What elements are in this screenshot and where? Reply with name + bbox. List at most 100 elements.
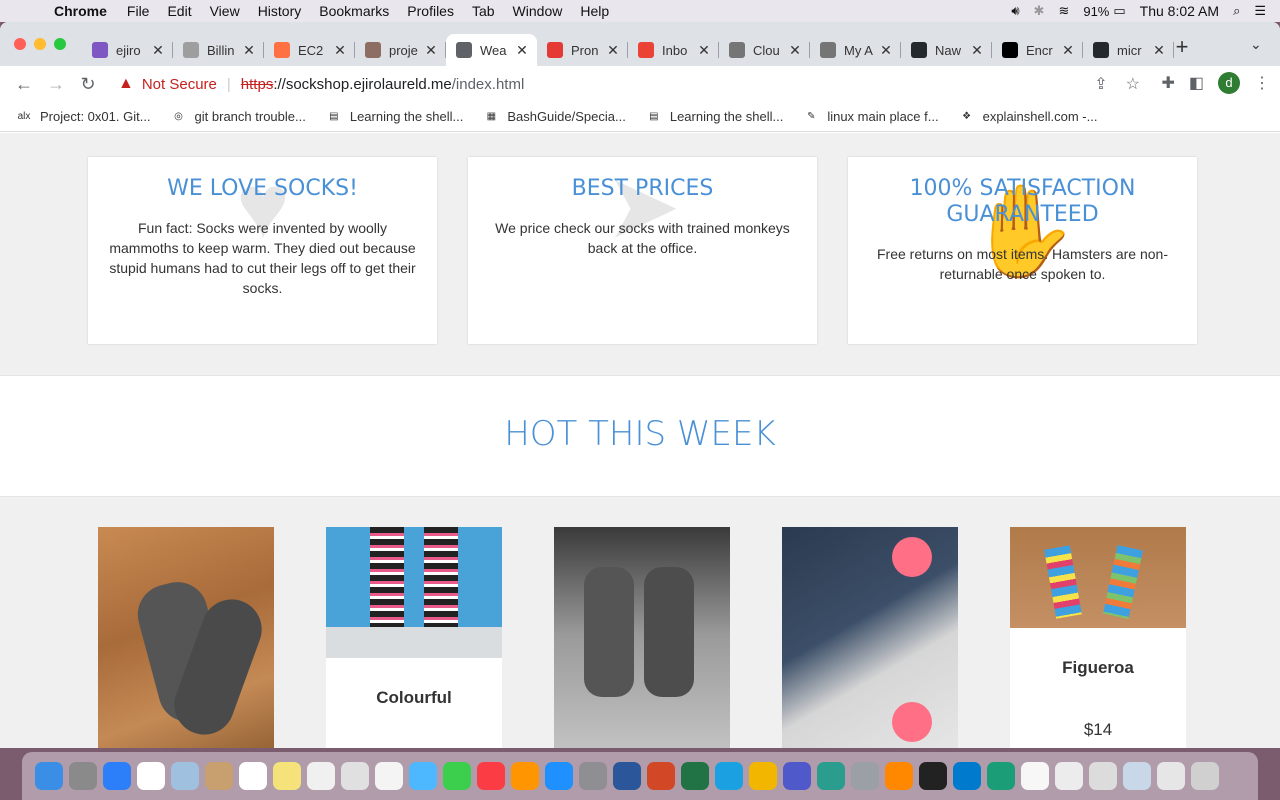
menu-profiles[interactable]: Profiles	[407, 3, 454, 19]
forward-arrow-icon[interactable]: →	[40, 74, 72, 95]
folder-icon[interactable]	[1123, 762, 1151, 790]
warning-triangle-icon[interactable]: ▲	[118, 75, 134, 93]
menu-bookmarks[interactable]: Bookmarks	[319, 3, 389, 19]
menu-history[interactable]: History	[258, 3, 302, 19]
tab-close-icon[interactable]: ✕	[970, 42, 984, 59]
browser-tab[interactable]: Clou ✕	[719, 34, 810, 66]
reminders-icon[interactable]	[375, 762, 403, 790]
bookmark-item[interactable]: ▦ BashGuide/Specia...	[483, 109, 626, 125]
vlc-icon[interactable]	[885, 762, 913, 790]
close-window-button[interactable]	[14, 38, 26, 50]
control-center-icon[interactable]: ☰	[1254, 3, 1266, 19]
browser-tab[interactable]: Naw ✕	[901, 34, 992, 66]
tab-close-icon[interactable]: ✕	[424, 42, 438, 59]
photos-app-icon[interactable]	[341, 762, 369, 790]
volume-icon[interactable]: 🔊︎	[1011, 3, 1019, 19]
tab-close-icon[interactable]: ✕	[1152, 42, 1166, 59]
new-tab-button[interactable]: +	[1170, 34, 1194, 60]
tab-close-icon[interactable]: ✕	[333, 42, 347, 59]
terminal-icon[interactable]	[919, 762, 947, 790]
menu-help[interactable]: Help	[580, 3, 609, 19]
bookmark-item[interactable]: alx Project: 0x01. Git...	[16, 109, 151, 125]
messages-icon[interactable]	[409, 762, 437, 790]
screenshot-icon[interactable]	[1089, 762, 1117, 790]
menu-app-name[interactable]: Chrome	[54, 3, 107, 19]
extensions-puzzle-icon[interactable]: ✚	[1161, 73, 1174, 93]
spotlight-icon[interactable]: ⌕	[1233, 3, 1240, 19]
calendar-icon[interactable]	[239, 762, 267, 790]
battery-icon[interactable]: ▭	[1113, 3, 1125, 19]
wifi-icon[interactable]: ≋	[1058, 3, 1069, 19]
contacts-icon[interactable]	[205, 762, 233, 790]
reload-icon[interactable]: ↻	[72, 74, 104, 95]
tab-close-icon[interactable]: ✕	[515, 42, 529, 59]
chrome-icon[interactable]	[137, 762, 165, 790]
tab-close-icon[interactable]: ✕	[1061, 42, 1075, 59]
product-photo[interactable]	[554, 527, 730, 748]
not-secure-label[interactable]: Not Secure	[142, 76, 217, 93]
bookmark-item[interactable]: ✎ linux main place f...	[803, 109, 938, 125]
product-card[interactable]	[98, 527, 274, 748]
browser-tab[interactable]: Inbo ✕	[628, 34, 719, 66]
tab-close-icon[interactable]: ✕	[879, 42, 893, 59]
appstore-icon[interactable]	[545, 762, 573, 790]
browser-tab[interactable]: Billin ✕	[173, 34, 264, 66]
trash-icon[interactable]	[1191, 762, 1219, 790]
browser-tab[interactable]: micr ✕	[1083, 34, 1174, 66]
bookmark-star-icon[interactable]: ☆	[1126, 74, 1140, 94]
product-photo[interactable]	[98, 527, 274, 748]
menu-edit[interactable]: Edit	[167, 3, 191, 19]
chrome-menu-icon[interactable]: ⋮	[1254, 73, 1270, 93]
browser-tab[interactable]: Wea ✕	[446, 34, 537, 66]
menu-tab[interactable]: Tab	[472, 3, 495, 19]
product-card[interactable]: Colourful	[326, 527, 502, 748]
share-icon[interactable]: ⇪	[1094, 74, 1107, 94]
vscode-insiders-icon[interactable]	[987, 762, 1015, 790]
menu-view[interactable]: View	[210, 3, 240, 19]
clock[interactable]: Thu 8:02 AM	[1140, 3, 1219, 19]
network-icon[interactable]	[817, 762, 845, 790]
minimize-window-button[interactable]	[34, 38, 46, 50]
excel-icon[interactable]	[681, 762, 709, 790]
product-card[interactable]	[782, 527, 958, 748]
safari-icon[interactable]	[103, 762, 131, 790]
profile-avatar[interactable]: d	[1218, 72, 1240, 94]
bookmark-item[interactable]: ❖ explainshell.com -...	[959, 109, 1097, 125]
address-bar[interactable]: ▲ Not Secure | https://sockshop.ejirolau…	[108, 69, 1148, 99]
window-icon[interactable]	[1157, 762, 1185, 790]
product-card[interactable]: Figueroa $14	[1010, 527, 1186, 748]
word-icon[interactable]	[613, 762, 641, 790]
product-card[interactable]	[554, 527, 730, 748]
photos-icon[interactable]	[307, 762, 335, 790]
browser-tab[interactable]: EC2 ✕	[264, 34, 355, 66]
product-name[interactable]: Colourful	[326, 688, 502, 708]
tab-close-icon[interactable]: ✕	[697, 42, 711, 59]
bluetooth-icon[interactable]: ✱	[1034, 3, 1045, 19]
back-arrow-icon[interactable]: ←	[8, 74, 40, 95]
bookmark-item[interactable]: ▤ Learning the shell...	[326, 109, 463, 125]
browser-tab[interactable]: ejiro ✕	[82, 34, 173, 66]
bookmark-item[interactable]: ◎ git branch trouble...	[171, 109, 306, 125]
c-icon[interactable]	[715, 762, 743, 790]
facetime-icon[interactable]	[443, 762, 471, 790]
teams-icon[interactable]	[783, 762, 811, 790]
vscode-icon[interactable]	[953, 762, 981, 790]
product-name[interactable]: Figueroa	[1010, 658, 1186, 678]
side-panel-icon[interactable]: ◧	[1189, 73, 1204, 93]
finder-icon[interactable]	[35, 762, 63, 790]
browser-tab[interactable]: Pron ✕	[537, 34, 628, 66]
tab-search-chevron-icon[interactable]: ⌄	[1250, 36, 1262, 53]
textedit-icon[interactable]	[1021, 762, 1049, 790]
music-icon[interactable]	[477, 762, 505, 790]
tab-close-icon[interactable]: ✕	[151, 42, 165, 59]
tab-close-icon[interactable]: ✕	[606, 42, 620, 59]
maximize-window-button[interactable]	[54, 38, 66, 50]
doc-icon[interactable]	[1055, 762, 1083, 790]
product-photo[interactable]	[782, 527, 958, 748]
notes-icon[interactable]	[273, 762, 301, 790]
menu-file[interactable]: File	[127, 3, 150, 19]
product-photo[interactable]	[1010, 527, 1186, 628]
books-icon[interactable]	[511, 762, 539, 790]
o-icon[interactable]	[749, 762, 777, 790]
launchpad-icon[interactable]	[69, 762, 97, 790]
